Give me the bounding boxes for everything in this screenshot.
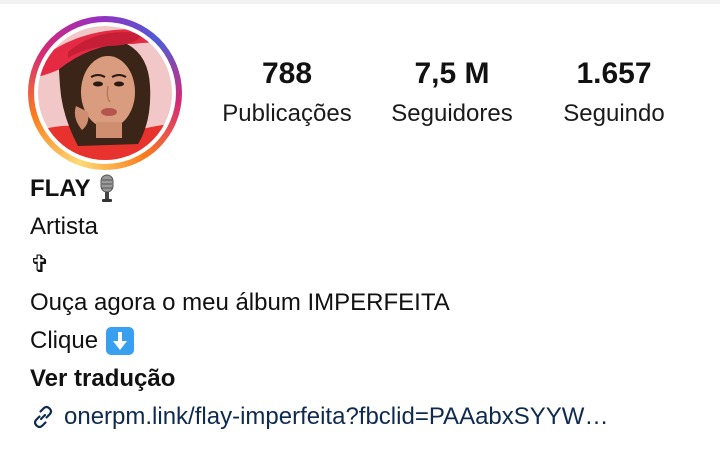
profile-name: FLAY <box>30 175 91 202</box>
avatar-photo-illustration <box>38 26 172 160</box>
stat-posts-label: Publicações <box>222 100 352 127</box>
profile-avatar-story-ring[interactable] <box>28 16 182 170</box>
microphone-icon <box>98 174 116 204</box>
top-divider <box>0 0 720 4</box>
bio-text-line-1: Ouça agora o meu álbum IMPERFEITA <box>30 289 450 316</box>
cross-symbol: ✞ <box>30 251 51 278</box>
profile-stats: 788 Publicações 7,5 M Seguidores 1.657 S… <box>200 54 700 144</box>
profile-bio: FLAY Artista ✞ Ouça agora o meu álbum IM… <box>30 170 700 436</box>
see-translation-link[interactable]: Ver tradução <box>30 360 700 398</box>
stat-followers-label: Seguidores <box>391 100 513 127</box>
bio-text-line-2: Clique <box>30 322 700 360</box>
profile-name-row: FLAY <box>30 170 700 208</box>
link-icon <box>30 404 56 430</box>
avatar[interactable] <box>38 26 172 160</box>
stat-following[interactable]: 1.657 Seguindo <box>548 54 680 130</box>
down-arrow-icon <box>106 327 135 355</box>
avatar-ring-gap <box>34 22 176 164</box>
stat-followers-value: 7,5 M <box>414 57 490 90</box>
stat-following-value: 1.657 <box>576 57 652 90</box>
stat-following-label: Seguindo <box>563 100 665 127</box>
bio-link-text[interactable]: onerpm.link/flay-imperfeita?fbclid=PAAab… <box>64 398 608 436</box>
stat-posts-value: 788 <box>261 57 313 90</box>
bio-external-link[interactable]: onerpm.link/flay-imperfeita?fbclid=PAAab… <box>30 398 700 436</box>
profile-category: Artista <box>30 213 99 240</box>
stat-posts[interactable]: 788 Publicações <box>200 54 374 130</box>
bio-click-text: Clique <box>30 327 99 354</box>
stat-followers[interactable]: 7,5 M Seguidores <box>380 54 524 130</box>
